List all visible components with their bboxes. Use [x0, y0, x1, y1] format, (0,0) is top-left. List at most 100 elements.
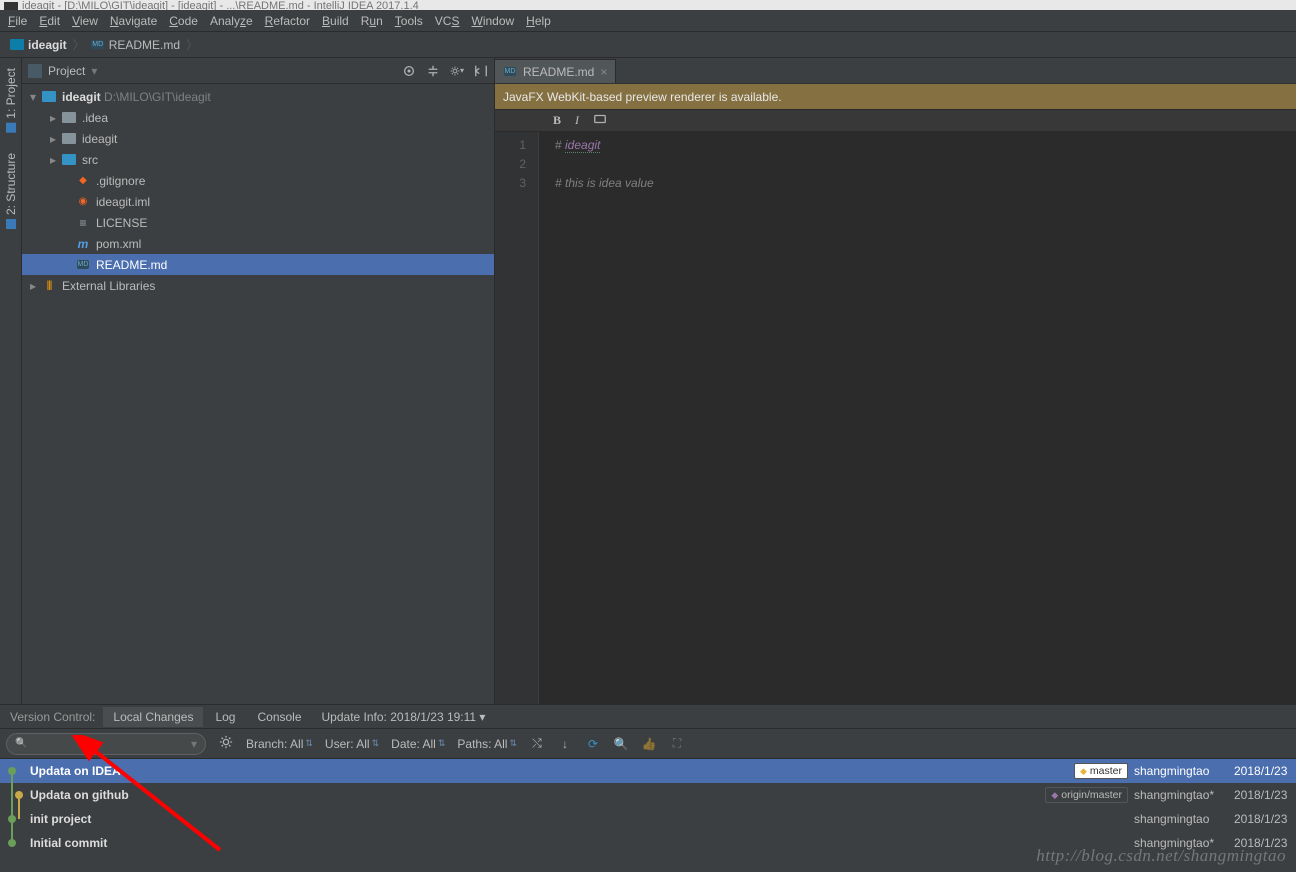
editor-tab-label: README.md: [523, 65, 594, 79]
commit-row[interactable]: Updata on IDEA master shangmingtao 2018/…: [0, 759, 1296, 783]
editor-notification[interactable]: JavaFX WebKit-based preview renderer is …: [495, 84, 1296, 110]
bold-button[interactable]: B: [553, 113, 561, 128]
expand-arrow-icon[interactable]: ▸: [46, 153, 60, 167]
chevron-right-icon: 〉: [186, 36, 198, 53]
commit-row[interactable]: init project shangmingtao 2018/1/23: [0, 807, 1296, 831]
app-icon: [4, 2, 18, 10]
tool-tab-project[interactable]: 1: Project: [2, 64, 20, 137]
code-editor[interactable]: 123 # ideagit # this is idea value: [495, 132, 1296, 704]
branch-tag-master: master: [1074, 763, 1128, 779]
external-libraries-icon: [40, 280, 58, 291]
menu-code[interactable]: Code: [163, 12, 204, 30]
project-view-icon: [28, 64, 42, 78]
tree-node-src[interactable]: ▸ src: [22, 149, 494, 170]
code-span-button[interactable]: [593, 112, 607, 130]
zoom-icon[interactable]: 🔍: [613, 737, 629, 751]
tree-node-license[interactable]: LICENSE: [22, 212, 494, 233]
menu-refactor[interactable]: Refactor: [259, 12, 316, 30]
menu-edit[interactable]: Edit: [33, 12, 66, 30]
expand-arrow-icon[interactable]: ▸: [46, 111, 60, 125]
markdown-toolbar: B I: [495, 110, 1296, 132]
menu-analyze[interactable]: Analyze: [204, 12, 259, 30]
code-content[interactable]: # ideagit # this is idea value: [539, 132, 654, 704]
tree-external-libraries[interactable]: ▸ External Libraries: [22, 275, 494, 296]
line-number-gutter: 123: [495, 132, 539, 704]
editor-tab-readme[interactable]: README.md ×: [495, 59, 616, 83]
vcs-log-toolbar: ▾ Branch: All⇅ User: All⇅ Date: All⇅ Pat…: [0, 729, 1296, 759]
close-tab-icon[interactable]: ×: [600, 65, 607, 79]
tree-node-idea[interactable]: ▸ .idea: [22, 107, 494, 128]
filter-user[interactable]: User: All⇅: [325, 737, 379, 751]
branch-tag-remote: origin/master: [1045, 787, 1128, 803]
settings-icon[interactable]: ⛶: [669, 736, 685, 751]
intellisort-icon[interactable]: ⤭: [529, 736, 545, 751]
expand-arrow-icon[interactable]: ▸: [26, 279, 40, 293]
gear-icon[interactable]: [218, 735, 234, 752]
notification-text: JavaFX WebKit-based preview renderer is …: [503, 90, 782, 104]
markdown-file-icon: [91, 38, 105, 52]
vcs-commit-list[interactable]: Updata on IDEA master shangmingtao 2018/…: [0, 759, 1296, 872]
folder-icon: [62, 112, 76, 123]
gitignore-file-icon: [74, 175, 92, 186]
tree-node-iml[interactable]: ideagit.iml: [22, 191, 494, 212]
markdown-file-icon: [76, 258, 90, 272]
tree-node-ideagit[interactable]: ▸ ideagit: [22, 128, 494, 149]
window-title-bar: ideagit - [D:\MILO\GIT\ideagit] - [ideag…: [0, 0, 1296, 10]
update-info-label[interactable]: Update Info: 2018/1/23 19:11 ▾: [314, 710, 494, 724]
menu-tools[interactable]: Tools: [389, 12, 429, 30]
breadcrumb-root[interactable]: ideagit: [6, 35, 71, 55]
folder-icon: [10, 39, 24, 50]
commit-row[interactable]: Initial commit shangmingtao* 2018/1/23: [0, 831, 1296, 855]
iml-file-icon: [74, 196, 92, 207]
project-panel-header: Project ▾ ▾: [22, 58, 494, 84]
refresh-icon[interactable]: ⟳: [585, 737, 601, 751]
chevron-down-icon[interactable]: ▾: [91, 64, 97, 78]
menu-run[interactable]: Run: [355, 12, 389, 30]
commit-row[interactable]: Updata on github origin/master shangming…: [0, 783, 1296, 807]
vcs-label: Version Control:: [2, 710, 103, 724]
tab-console[interactable]: Console: [247, 707, 311, 727]
cherry-pick-icon[interactable]: ↓: [557, 737, 573, 751]
folder-icon: [62, 133, 76, 144]
vcs-search-input[interactable]: ▾: [6, 733, 206, 755]
breadcrumb-file[interactable]: README.md: [87, 35, 184, 55]
breadcrumb-root-label: ideagit: [28, 38, 67, 52]
navigation-bar: ideagit 〉 README.md 〉: [0, 32, 1296, 58]
filter-branch[interactable]: Branch: All⇅: [246, 737, 313, 751]
tab-log[interactable]: Log: [205, 707, 245, 727]
filter-date[interactable]: Date: All⇅: [391, 737, 445, 751]
project-tool-icon: [6, 123, 16, 133]
expand-arrow-icon[interactable]: ▾: [26, 90, 40, 104]
locate-icon[interactable]: [402, 64, 416, 78]
tree-root[interactable]: ▾ ideagit D:\MILO\GIT\ideagit: [22, 86, 494, 107]
menu-navigate[interactable]: Navigate: [104, 12, 163, 30]
structure-tool-icon: [6, 219, 16, 229]
editor-tab-bar: README.md ×: [495, 58, 1296, 84]
editor-area: README.md × JavaFX WebKit-based preview …: [495, 58, 1296, 704]
main-area: 1: Project 2: Structure Project ▾ ▾ ▾ id…: [0, 58, 1296, 704]
menu-window[interactable]: Window: [465, 12, 520, 30]
filter-paths[interactable]: Paths: All⇅: [457, 737, 517, 751]
collapse-all-icon[interactable]: [426, 64, 440, 78]
hide-icon[interactable]: [474, 64, 488, 78]
goto-hash-icon[interactable]: 👍: [641, 737, 657, 751]
tab-local-changes[interactable]: Local Changes: [103, 707, 203, 727]
gear-icon[interactable]: ▾: [450, 64, 464, 78]
source-folder-icon: [62, 154, 76, 165]
maven-file-icon: [74, 237, 92, 251]
project-tree[interactable]: ▾ ideagit D:\MILO\GIT\ideagit ▸ .idea ▸ …: [22, 84, 494, 704]
tree-node-pom[interactable]: pom.xml: [22, 233, 494, 254]
menu-help[interactable]: Help: [520, 12, 557, 30]
left-tool-stripe: 1: Project 2: Structure: [0, 58, 22, 704]
tool-tab-structure[interactable]: 2: Structure: [2, 149, 20, 233]
menu-file[interactable]: File: [2, 12, 33, 30]
menu-build[interactable]: Build: [316, 12, 355, 30]
project-panel-title: Project: [48, 64, 85, 78]
italic-button[interactable]: I: [575, 113, 579, 128]
menu-view[interactable]: View: [66, 12, 104, 30]
tree-node-gitignore[interactable]: .gitignore: [22, 170, 494, 191]
expand-arrow-icon[interactable]: ▸: [46, 132, 60, 146]
tree-node-readme[interactable]: README.md: [22, 254, 494, 275]
menu-vcs[interactable]: VCS: [429, 12, 466, 30]
markdown-file-icon: [503, 65, 517, 79]
